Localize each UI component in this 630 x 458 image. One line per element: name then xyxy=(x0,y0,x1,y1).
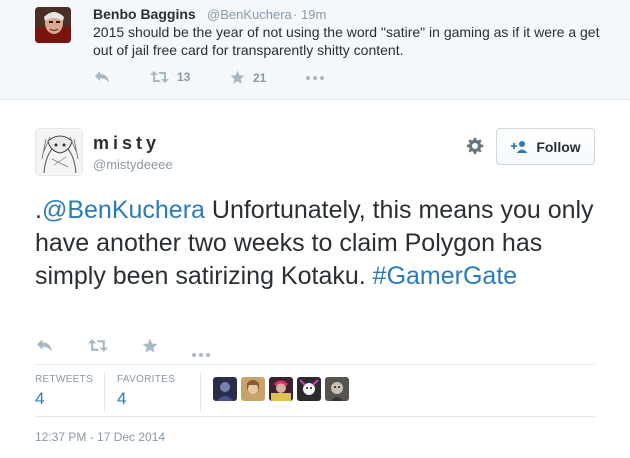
favorites-stat[interactable]: FAVORITES 4 xyxy=(117,374,175,409)
parent-tweet[interactable]: Benbo Baggins @BenKuchera · 19m 2015 sho… xyxy=(0,0,630,100)
parent-tweet-text: 2015 should be the year of not using the… xyxy=(93,24,600,58)
parent-more-button[interactable] xyxy=(306,76,324,80)
main-tweet-text: .@BenKuchera Unfortunately, this means y… xyxy=(35,194,615,293)
settings-button[interactable] xyxy=(466,137,484,155)
stat-separator xyxy=(200,372,201,412)
parent-author-name[interactable]: Benbo Baggins xyxy=(93,6,196,22)
stats-top-divider xyxy=(35,364,595,365)
follow-person-icon xyxy=(510,140,528,154)
retweet-icon xyxy=(88,339,108,352)
tweet-timestamp[interactable]: 12:37 PM - 17 Dec 2014 xyxy=(35,430,165,444)
gear-icon xyxy=(466,137,484,155)
parent-reply-button[interactable] xyxy=(94,70,110,84)
main-favorite-button[interactable] xyxy=(142,338,158,359)
favoriter-avatars xyxy=(213,377,353,401)
reply-icon xyxy=(95,71,109,83)
more-icon xyxy=(192,353,210,357)
main-author-handle[interactable]: @mistydeeee xyxy=(93,157,173,172)
parent-tweet-time[interactable]: 19m xyxy=(301,7,326,22)
retweets-value: 4 xyxy=(35,389,45,408)
hashtag-link[interactable]: #GamerGate xyxy=(373,262,518,290)
follow-button[interactable]: Follow xyxy=(496,128,595,165)
favoriter-avatar[interactable] xyxy=(297,377,321,401)
mention-link[interactable]: @BenKuchera xyxy=(42,196,205,224)
favorites-label: FAVORITES xyxy=(117,374,176,385)
follow-label: Follow xyxy=(536,138,581,155)
retweets-stat[interactable]: RETWEETS 4 xyxy=(35,374,93,409)
more-icon xyxy=(306,76,324,80)
parent-author-handle[interactable]: @BenKuchera xyxy=(207,7,292,22)
main-retweet-button[interactable] xyxy=(88,338,108,358)
star-icon xyxy=(230,70,245,84)
parent-avatar[interactable] xyxy=(35,7,71,43)
stats-bottom-divider xyxy=(35,416,595,417)
main-reply-button[interactable] xyxy=(36,338,53,358)
main-more-button[interactable] xyxy=(192,344,210,362)
reply-icon xyxy=(37,339,52,352)
star-icon xyxy=(142,338,158,353)
retweets-label: RETWEETS xyxy=(35,374,93,385)
text-prefix: . xyxy=(35,196,42,224)
favoriter-avatar[interactable] xyxy=(213,377,237,401)
parent-favorite-button[interactable]: 21 xyxy=(230,70,266,85)
main-author-name[interactable]: misty xyxy=(93,133,160,154)
favoriter-avatar[interactable] xyxy=(269,377,293,401)
separator-dot: · xyxy=(293,7,298,22)
parent-retweet-button[interactable]: 13 xyxy=(150,70,190,84)
main-avatar[interactable] xyxy=(35,128,83,176)
parent-favorite-count: 21 xyxy=(253,70,267,85)
favoriter-avatar[interactable] xyxy=(241,377,265,401)
retweet-icon xyxy=(150,71,169,83)
favoriter-avatar[interactable] xyxy=(325,377,349,401)
stat-separator xyxy=(104,372,105,412)
favorites-value: 4 xyxy=(117,389,127,408)
parent-retweet-count: 13 xyxy=(177,70,191,84)
